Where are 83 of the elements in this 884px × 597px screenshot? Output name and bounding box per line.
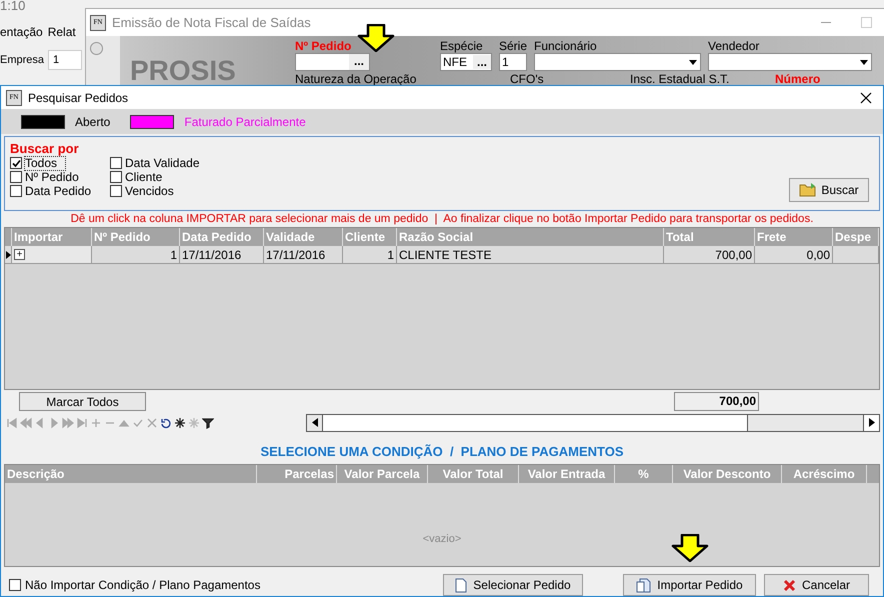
seller-dropdown[interactable] xyxy=(708,53,872,71)
import-button[interactable]: Importar Pedido xyxy=(623,574,756,596)
table-cell: 17/11/2016 xyxy=(180,246,264,263)
field-label: Vendedor xyxy=(708,39,760,53)
hint-text: Dê um click na coluna IMPORTAR para selecionar mais de um pedido | Ao finalizar clique no botão Importar Pedido para transportar os pedidos. xyxy=(70,212,814,227)
section-title: SELECIONE UMA CONDIÇÃO / PLANO DE PAGAMENTOS xyxy=(259,444,625,460)
checkbox-label[interactable]: Não Importar Condição / Plano Pagamentos xyxy=(25,576,260,594)
scroll-thumb[interactable] xyxy=(323,414,748,430)
menu-item[interactable]: entação xyxy=(0,22,43,42)
select-button[interactable]: Selecionar Pedido xyxy=(443,574,583,596)
checkbox[interactable] xyxy=(9,579,21,591)
company-label: Empresa xyxy=(0,52,44,68)
field-label: Espécie xyxy=(440,39,484,53)
option-label[interactable]: Data Pedido xyxy=(25,184,92,198)
last-record-icon[interactable] xyxy=(76,416,88,428)
filter-icon[interactable] xyxy=(202,416,214,428)
logo-text: PROSIS xyxy=(130,54,237,88)
refresh-icon[interactable] xyxy=(160,416,172,428)
cancel-button[interactable]: Cancelar xyxy=(764,574,869,596)
document-icon xyxy=(455,578,468,592)
species-field[interactable]: NFE ... xyxy=(440,53,492,71)
search-button[interactable]: Buscar xyxy=(789,178,869,202)
table-cell: 1 xyxy=(92,246,180,263)
documents-icon xyxy=(636,578,652,592)
field-label: Funcionário xyxy=(534,39,598,53)
total-field: 700,00 xyxy=(674,392,759,410)
expand-button[interactable]: + xyxy=(14,249,25,260)
species-value: NFE xyxy=(443,54,467,71)
checkbox[interactable] xyxy=(10,171,22,183)
menu-item[interactable]: Relat xyxy=(48,22,76,42)
table-cell: 1 xyxy=(343,246,397,263)
minimize-icon[interactable] xyxy=(821,22,831,24)
option-label[interactable]: Nº Pedido xyxy=(25,170,79,184)
series-field[interactable]: 1 xyxy=(499,53,527,71)
search-title: Buscar por xyxy=(10,142,80,155)
scroll-left-icon[interactable] xyxy=(312,418,318,427)
ellipsis-button[interactable]: ... xyxy=(349,54,369,70)
folder-icon xyxy=(799,182,818,198)
prior-page-icon[interactable] xyxy=(20,416,32,428)
dropdown-caret-icon xyxy=(689,60,697,64)
table-cell: 700,00 xyxy=(664,246,755,263)
order-field[interactable]: ... xyxy=(295,53,370,71)
dropdown-caret-icon xyxy=(860,60,868,64)
ellipsis-button[interactable]: ... xyxy=(473,55,491,69)
table-cell: 0,00 xyxy=(755,246,833,263)
row-pointer-icon xyxy=(6,250,10,258)
window-title: Emissão de Nota Fiscal de Saídas xyxy=(112,14,311,32)
dialog-title: Pesquisar Pedidos xyxy=(28,90,128,106)
field-label: Natureza da Operação xyxy=(295,72,418,86)
mark-all-button[interactable]: Marcar Todos xyxy=(19,392,146,410)
checkbox[interactable] xyxy=(110,185,122,197)
field-label: CFO's xyxy=(510,72,545,86)
checkbox[interactable] xyxy=(10,185,22,197)
horizontal-scrollbar[interactable] xyxy=(306,414,880,432)
plus-icon[interactable] xyxy=(90,416,102,428)
clock-text: 1:10 xyxy=(0,0,26,15)
field-label: Série xyxy=(499,39,528,53)
checkbox[interactable] xyxy=(110,157,122,169)
legend-label: Aberto xyxy=(75,114,110,130)
table-cell: 17/11/2016 xyxy=(264,246,343,263)
checkbox[interactable] xyxy=(10,157,22,169)
radio-button[interactable] xyxy=(90,42,103,55)
down-arrow-icon xyxy=(670,534,710,562)
close-icon[interactable] xyxy=(860,92,872,104)
field-label: Insc. Estadual S.T. xyxy=(630,72,730,86)
legend-label: Faturado Parcialmente xyxy=(184,114,306,130)
option-label[interactable]: Vencidos xyxy=(125,184,174,198)
first-record-icon[interactable] xyxy=(6,416,18,428)
company-field[interactable]: 1 xyxy=(48,50,82,70)
option-label[interactable]: Cliente xyxy=(125,170,162,184)
field-label: Nº Pedido xyxy=(295,39,352,53)
option-label[interactable]: Todos xyxy=(25,156,66,170)
scroll-right-icon[interactable] xyxy=(868,418,874,427)
asterisk-icon[interactable] xyxy=(174,416,186,428)
next-page-icon[interactable] xyxy=(62,416,74,428)
employee-dropdown[interactable] xyxy=(534,53,701,71)
x-icon xyxy=(782,578,796,592)
table-cell: CLIENTE TESTE xyxy=(397,246,664,263)
empty-text: <vazio> xyxy=(422,532,462,548)
checkbox[interactable] xyxy=(110,171,122,183)
option-label[interactable]: Data Validade xyxy=(125,156,200,170)
down-arrow-icon xyxy=(356,24,396,52)
field-label: Número xyxy=(775,72,820,86)
